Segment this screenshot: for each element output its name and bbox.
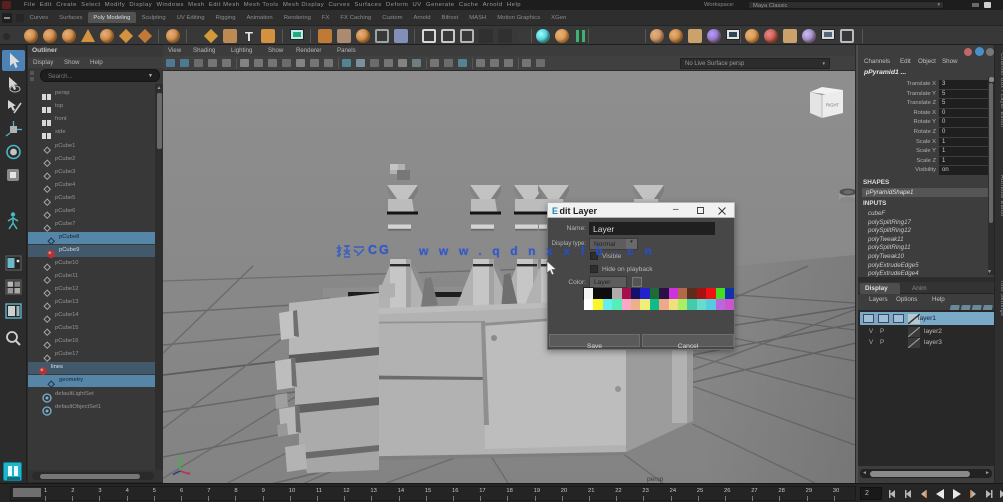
svg-text:RIGHT: RIGHT [826,103,839,108]
svg-text:persp: persp [647,476,664,483]
